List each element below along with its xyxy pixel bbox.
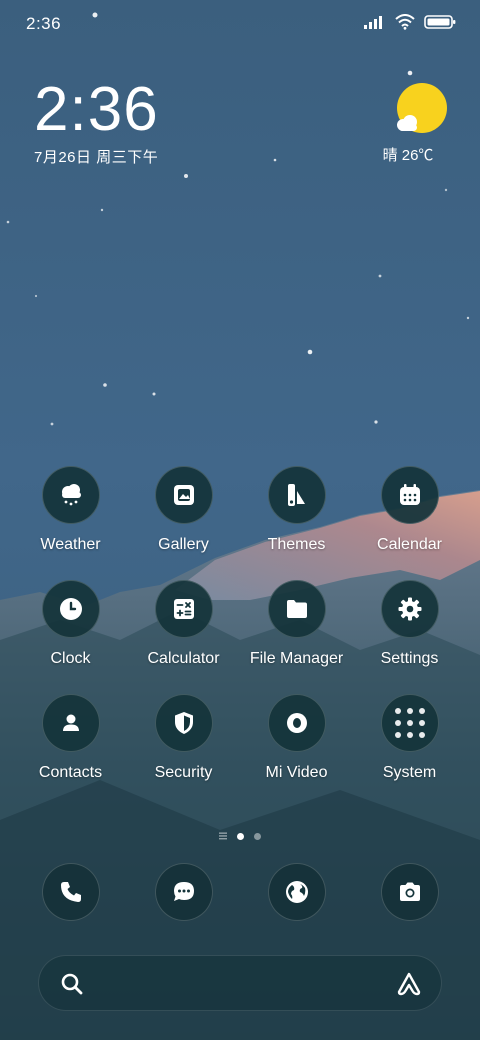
calendar-icon: [399, 484, 420, 505]
app-label: Themes: [267, 536, 326, 553]
app-gallery[interactable]: Gallery: [127, 466, 240, 554]
video-icon: [286, 713, 307, 733]
person-icon: [62, 714, 79, 731]
folder-icon: [286, 600, 307, 618]
app-settings[interactable]: Settings: [353, 580, 466, 668]
cloud-rain-icon: [61, 484, 81, 506]
app-label: Contacts: [38, 764, 103, 781]
app-label: Calculator: [147, 650, 220, 667]
camera-icon: [399, 882, 420, 901]
phone-icon: [60, 882, 81, 902]
shield-icon: [174, 712, 193, 734]
app-mi-video[interactable]: Mi Video: [240, 694, 353, 782]
assistant-icon[interactable]: [395, 970, 423, 998]
page-indicator[interactable]: [0, 829, 480, 843]
menu-lines-icon: [219, 832, 227, 840]
weather-text: 晴 26℃: [382, 147, 434, 164]
app-label: Gallery: [158, 536, 209, 553]
app-label: Weather: [40, 536, 101, 553]
image-icon: [173, 485, 194, 505]
app-label: Mi Video: [265, 764, 328, 781]
app-clock[interactable]: Clock: [14, 580, 127, 668]
app-label: Security: [154, 764, 213, 781]
globe-icon: [285, 881, 308, 903]
app-contacts[interactable]: Contacts: [14, 694, 127, 782]
app-system-folder[interactable]: System: [353, 694, 466, 782]
app-label: Clock: [50, 650, 91, 667]
dock-browser[interactable]: [240, 863, 353, 921]
status-icons: [364, 14, 456, 30]
calculator-icon: [173, 599, 194, 619]
palette-icon: [287, 484, 305, 506]
app-label: System: [382, 764, 437, 781]
clock-icon: [59, 598, 82, 620]
dock: [14, 863, 466, 921]
wifi-icon: [395, 14, 415, 30]
dock-messages[interactable]: [127, 863, 240, 921]
app-file-manager[interactable]: File Manager: [240, 580, 353, 668]
dock-camera[interactable]: [353, 863, 466, 921]
search-icon[interactable]: [59, 971, 85, 997]
clock-widget[interactable]: 2:36 7月26日 周三下午: [34, 76, 159, 167]
clock-time: 2:36: [34, 75, 159, 144]
app-themes[interactable]: Themes: [240, 466, 353, 554]
status-bar: 2:36: [0, 0, 480, 50]
app-label: Calendar: [377, 536, 442, 553]
battery-icon: [424, 15, 456, 29]
signal-icon: [364, 16, 382, 29]
page-dot: [254, 832, 261, 840]
app-label: Settings: [380, 650, 439, 667]
app-label: File Manager: [249, 650, 344, 667]
search-bar[interactable]: [38, 955, 442, 1011]
message-icon: [173, 882, 194, 901]
app-calculator[interactable]: Calculator: [127, 580, 240, 668]
folder-grid-icon: [394, 708, 425, 738]
app-weather[interactable]: Weather: [14, 466, 127, 554]
app-calendar[interactable]: Calendar: [353, 466, 466, 554]
clock-date: 7月26日 周三下午: [34, 149, 159, 166]
dock-phone[interactable]: [14, 863, 127, 921]
status-time: 2:36: [26, 14, 62, 33]
app-grid: Weather Gallery Themes Calendar Clock Ca…: [14, 466, 466, 782]
app-security[interactable]: Security: [127, 694, 240, 782]
page-dot-active: [237, 832, 244, 840]
weather-widget[interactable]: 晴 26℃: [383, 82, 447, 165]
gear-icon: [398, 597, 421, 621]
sun-cloud-icon: [396, 82, 452, 138]
